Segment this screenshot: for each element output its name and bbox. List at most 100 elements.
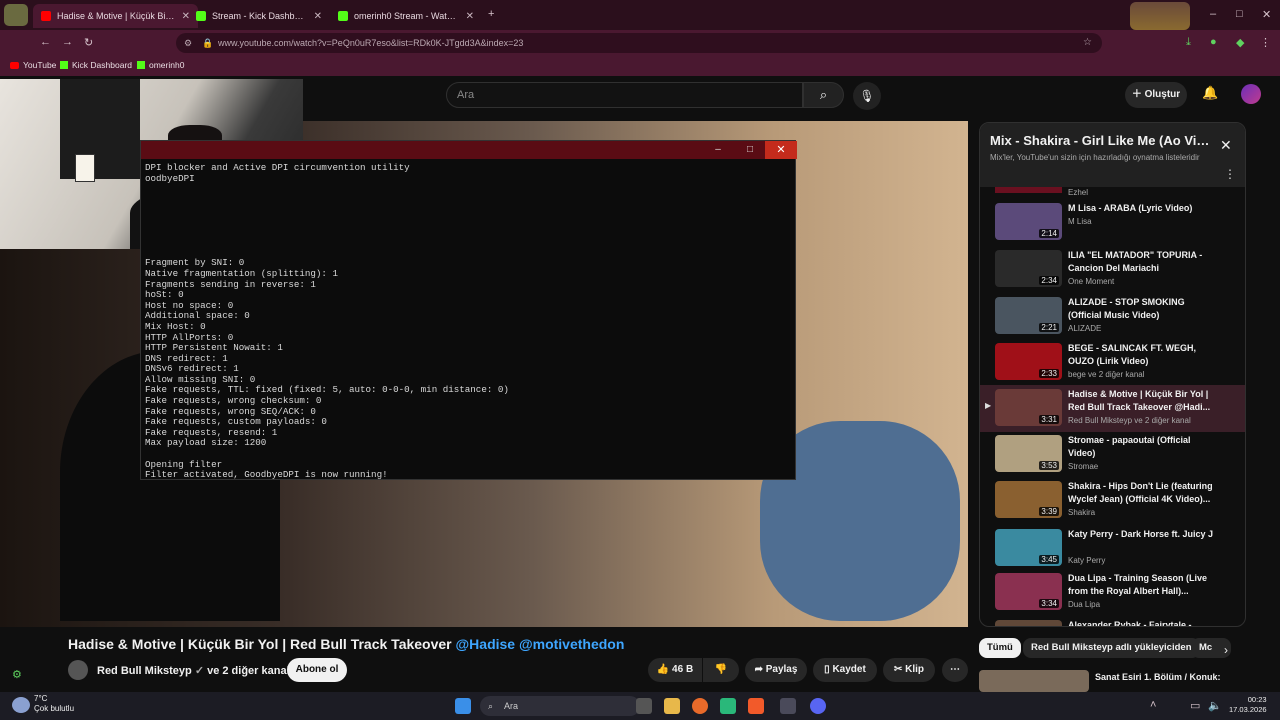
clip-button[interactable]: ✂ Klip <box>883 658 935 682</box>
more-actions-button[interactable]: ⋯ <box>942 658 968 682</box>
minimize-icon[interactable]: – <box>1210 8 1216 20</box>
task-view-icon[interactable] <box>636 698 652 714</box>
video-title-tags[interactable]: @Hadise @motivethedon <box>456 636 625 652</box>
firefox-icon[interactable] <box>692 698 708 714</box>
menu-icon[interactable]: ⋮ <box>1260 36 1271 49</box>
tab-kick-dashboard[interactable]: Stream - Kick Dashboard ✕ <box>188 4 330 28</box>
extension-icon[interactable]: ● <box>1210 36 1217 48</box>
close-window-icon[interactable]: ✕ <box>1262 8 1271 21</box>
brave-icon[interactable] <box>748 698 764 714</box>
volume-icon[interactable]: 🔈 <box>1208 699 1222 712</box>
like-button[interactable]: 👍 46 B <box>648 658 702 682</box>
playlist-item-title[interactable]: M Lisa - ARABA (Lyric Video) <box>1068 202 1218 215</box>
chip-all[interactable]: Tümü <box>979 638 1021 658</box>
maximize-icon[interactable]: □ <box>735 141 765 159</box>
notifications-bell-icon[interactable]: 🔔 <box>1202 85 1218 101</box>
close-icon[interactable]: ✕ <box>1220 137 1232 154</box>
tab-youtube[interactable]: Hadise & Motive | Küçük Bir Yol ✕ <box>33 4 198 28</box>
playlist-item-title[interactable]: ALIZADE - STOP SMOKING (Official Music V… <box>1068 296 1218 322</box>
playlist-item-title[interactable]: BEGE - SALINCAK FT. WEGH, OUZO (Lirik Vi… <box>1068 342 1218 368</box>
system-clock[interactable]: 00:23 17.03.2026 <box>1229 695 1267 715</box>
playlist-item[interactable]: 3:45 Katy Perry - Dark Horse ft. Juicy J K… <box>980 525 1245 572</box>
channel-name[interactable]: Red Bull Miksteyp ✓ ve 2 diğer kanal <box>97 664 290 677</box>
file-explorer-icon[interactable] <box>664 698 680 714</box>
playlist-item[interactable]: 2:34 ILIA "EL MATADOR" TOPURIA - Cancion … <box>980 246 1245 293</box>
playlist-item-thumbnail[interactable]: 2:14 <box>995 203 1062 240</box>
create-button[interactable]: ＋ Oluştur <box>1125 82 1187 108</box>
chevron-up-icon[interactable]: ˄ <box>1150 699 1156 711</box>
playlist-item-thumbnail[interactable] <box>995 620 1062 626</box>
maximize-icon[interactable]: □ <box>1236 8 1243 20</box>
playlist-item-title[interactable]: Dua Lipa - Training Season (Live from th… <box>1068 572 1218 598</box>
windows-start-icon[interactable] <box>455 698 471 714</box>
related-title[interactable]: Sanat Esiri 1. Bölüm / Konuk: <box>1095 672 1221 682</box>
playlist-item[interactable]: 2:14 M Lisa - ARABA (Lyric Video) M Lisa <box>980 199 1245 246</box>
playlist-item-thumbnail[interactable]: 3:34 <box>995 573 1062 610</box>
playlist-item[interactable]: 3:39 Shakira - Hips Don't Lie (featuring … <box>980 477 1245 524</box>
weather-icon[interactable] <box>12 697 30 713</box>
playlist-item-thumbnail-partial[interactable] <box>995 187 1062 193</box>
playlist-item-title[interactable]: Katy Perry - Dark Horse ft. Juicy J <box>1068 528 1218 541</box>
playlist-item[interactable]: ▶ 3:31 Hadise & Motive | Küçük Bir Yol | R… <box>980 385 1245 432</box>
playlist-item[interactable]: 2:21 ALIZADE - STOP SMOKING (Official Mus… <box>980 293 1245 340</box>
close-icon[interactable]: ✕ <box>765 141 797 159</box>
site-info-icon[interactable]: ⚙ <box>184 33 192 53</box>
playlist-item-title[interactable]: Shakira - Hips Don't Lie (featuring Wycl… <box>1068 480 1218 506</box>
chip-uploader[interactable]: Red Bull Miksteyp adlı yükleyiciden <box>1023 638 1200 658</box>
bookmark-star-icon[interactable]: ☆ <box>1083 33 1092 53</box>
cmd-window[interactable]: – □ ✕ DPI blocker and Active DPI circumv… <box>140 140 797 480</box>
tab-kick-stream[interactable]: omerinh0 Stream - Watch Live ✕ <box>330 4 482 28</box>
mix-title[interactable]: Mix - Shakira - Girl Like Me (Ao Viv... <box>990 133 1210 148</box>
weather-widget[interactable]: 7°C Çok bulutlu <box>34 694 74 714</box>
settings-gear-icon[interactable]: ⚙ <box>12 668 22 681</box>
playlist-item-title[interactable]: Alexander Rybak - Fairytale - <box>1068 619 1218 626</box>
search-input[interactable]: Ara <box>446 82 803 108</box>
download-icon[interactable]: ⤓ <box>1186 36 1191 49</box>
channel-avatar[interactable] <box>68 660 88 680</box>
playlist-item-thumbnail[interactable]: 3:39 <box>995 481 1062 518</box>
playlist-item[interactable]: 3:34 Dua Lipa - Training Season (Live fro… <box>980 569 1245 616</box>
playlist-item-title[interactable]: Stromae - papaoutai (Official Video) <box>1068 434 1218 460</box>
bookmark-youtube[interactable]: YouTube <box>10 60 56 70</box>
playlist-item-title[interactable]: Hadise & Motive | Küçük Bir Yol | Red Bu… <box>1068 388 1218 414</box>
reload-icon[interactable]: ↻ <box>84 36 93 49</box>
obs-icon[interactable] <box>780 698 796 714</box>
save-button[interactable]: ▯ Kaydet <box>813 658 877 682</box>
playlist-item-thumbnail[interactable]: 3:31 <box>995 389 1062 426</box>
playlist-item[interactable]: 2:33 BEGE - SALINCAK FT. WEGH, OUZO (Liri… <box>980 339 1245 386</box>
subscribe-button[interactable]: Abone ol <box>287 658 347 682</box>
close-icon[interactable]: ✕ <box>314 11 322 22</box>
close-icon[interactable]: ✕ <box>466 11 474 22</box>
app-icon[interactable] <box>720 698 736 714</box>
playlist-item[interactable]: Alexander Rybak - Fairytale - <box>980 616 1245 626</box>
extensions-icon[interactable]: ◆ <box>1236 36 1244 49</box>
playlist-item-thumbnail[interactable]: 3:45 <box>995 529 1062 566</box>
account-avatar[interactable] <box>1241 84 1261 104</box>
minimize-icon[interactable]: – <box>703 141 733 159</box>
cmd-titlebar[interactable]: – □ ✕ <box>141 141 797 159</box>
bookmark-kick-dashboard[interactable]: Kick Dashboard <box>60 60 132 70</box>
back-icon[interactable]: ← <box>40 36 51 48</box>
share-button[interactable]: ➦ Paylaş <box>745 658 807 682</box>
forward-icon[interactable]: → <box>62 36 73 48</box>
voice-search-button[interactable]: 🎙 <box>853 82 881 110</box>
playlist-item-thumbnail[interactable]: 2:21 <box>995 297 1062 334</box>
new-tab-button[interactable]: + <box>488 8 494 20</box>
url-input[interactable]: ⚙ 🔒 www.youtube.com/watch?v=PeQn0uR7eso&… <box>176 33 1102 53</box>
discord-icon[interactable] <box>810 698 826 714</box>
network-icon[interactable]: ▭ <box>1190 699 1200 712</box>
playlist-item-thumbnail[interactable]: 3:53 <box>995 435 1062 472</box>
playlist-item-title[interactable]: ILIA "EL MATADOR" TOPURIA - Cancion Del … <box>1068 249 1218 275</box>
bookmark-omerinh0[interactable]: omerinh0 <box>137 60 184 70</box>
dislike-button[interactable]: 👎 <box>703 658 739 682</box>
chevron-right-icon[interactable]: › <box>1224 643 1228 657</box>
taskbar-search[interactable]: ⌕ Ara <box>480 696 640 716</box>
profile-avatar[interactable] <box>4 4 28 26</box>
playlist-item-thumbnail[interactable]: 2:34 <box>995 250 1062 287</box>
more-vert-icon[interactable]: ⋮ <box>1224 167 1236 181</box>
related-thumbnail[interactable] <box>979 670 1089 692</box>
related-video-item[interactable]: Sanat Esiri 1. Bölüm / Konuk: <box>979 668 1246 692</box>
playlist-item-thumbnail[interactable]: 2:33 <box>995 343 1062 380</box>
search-button[interactable]: ⌕ <box>803 82 844 108</box>
playlist-item[interactable]: 3:53 Stromae - papaoutai (Official Video)… <box>980 431 1245 478</box>
